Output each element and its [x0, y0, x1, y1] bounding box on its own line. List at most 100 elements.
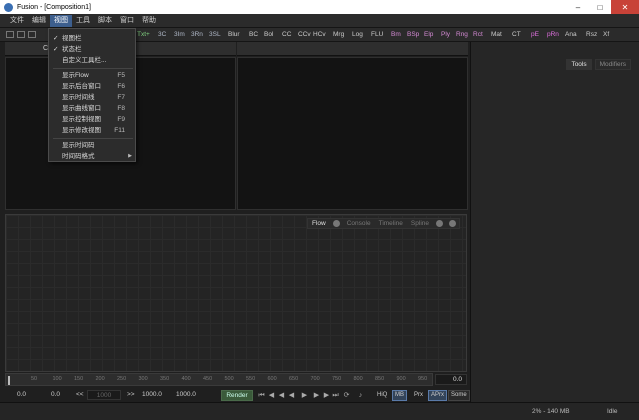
layout-icon[interactable]	[6, 31, 14, 38]
tool-button[interactable]: Rct	[473, 30, 483, 40]
tab-modifiers[interactable]: Modifiers	[594, 59, 631, 70]
menu-item-customize-toolbar[interactable]: 自定义工具栏...	[49, 55, 135, 66]
shortcut-label: F9	[117, 116, 125, 123]
hiq-button[interactable]: HiQ	[374, 390, 390, 401]
play-icon[interactable]: ▶	[300, 390, 309, 401]
tool-button[interactable]: Mat	[491, 30, 502, 40]
tool-button[interactable]: Rsz	[586, 30, 597, 40]
render-button[interactable]: Render	[221, 390, 253, 401]
tool-button[interactable]: CT	[512, 30, 521, 40]
menu-item-show-timeline[interactable]: 显示时间线 F7	[49, 92, 135, 103]
tool-button[interactable]: 3Rn	[191, 30, 203, 40]
tool-button[interactable]: Mrg	[333, 30, 344, 40]
mb-button[interactable]: MB	[392, 390, 407, 401]
tab-spline[interactable]: Spline	[407, 219, 433, 229]
some-button[interactable]: Some	[448, 390, 470, 401]
tool-button[interactable]: Ana	[565, 30, 577, 40]
tab-tools[interactable]: Tools	[566, 59, 592, 70]
forward-icon[interactable]: ▶	[312, 390, 321, 401]
tool-button[interactable]: FLU	[371, 30, 383, 40]
ruler-tick-label: 550	[246, 376, 256, 382]
aprx-button[interactable]: APrx	[428, 390, 448, 401]
tool-button[interactable]: CCv	[298, 30, 311, 40]
tool-button[interactable]: Bol	[264, 30, 273, 40]
menu-item-show-modifiers[interactable]: 显示修改视图 F11	[49, 125, 135, 136]
layout-icon[interactable]	[17, 31, 25, 38]
menu-item-view-bar[interactable]: ✓ 视图栏	[49, 33, 135, 44]
menu-separator	[53, 68, 133, 69]
tool-button[interactable]: 3Im	[174, 30, 185, 40]
audio-icon[interactable]: ♪	[356, 390, 365, 401]
menu-window[interactable]: 窗口	[116, 15, 138, 27]
menu-edit[interactable]: 编辑	[28, 15, 50, 27]
menu-item-status-bar[interactable]: ✓ 状态栏	[49, 44, 135, 55]
render-end-field[interactable]: 1000.0	[142, 390, 162, 400]
comment-icon[interactable]	[449, 220, 456, 227]
tool-button[interactable]: 3C	[158, 30, 166, 40]
menu-item-show-flow[interactable]: 显示Flow F5	[49, 70, 135, 81]
layout-icon[interactable]	[28, 31, 36, 38]
menu-file[interactable]: 文件	[6, 15, 28, 27]
title-bar: Fusion - [Composition1] – □ ✕	[0, 0, 639, 14]
menu-view[interactable]: 视图	[50, 14, 72, 27]
menu-item-label: 显示曲线窗口	[62, 105, 101, 112]
close-icon[interactable]: ✕	[611, 0, 639, 14]
current-time-field[interactable]: 0.0	[435, 374, 467, 385]
global-end-field[interactable]: 1000.0	[176, 390, 196, 400]
render-start-field[interactable]: 0.0	[51, 390, 60, 400]
time-ruler[interactable]: 50 100 150 200 250 300 350 400 450 500 550 600 650 70…	[5, 373, 433, 386]
tool-button[interactable]: Bm	[391, 30, 401, 40]
tool-button[interactable]: BSp	[407, 30, 419, 40]
tool-button[interactable]: Rng	[456, 30, 468, 40]
menu-tools[interactable]: 工具	[72, 15, 94, 27]
menu-item-label: 视图栏	[62, 35, 82, 42]
flow-editor[interactable]: Flow Console Timeline Spline	[5, 214, 467, 372]
go-to-start-icon[interactable]: ⏮	[257, 390, 266, 401]
tab-flow[interactable]: Flow	[308, 219, 330, 229]
ruler-tick-label: 600	[267, 376, 277, 382]
tab-timeline[interactable]: Timeline	[375, 219, 407, 229]
tool-button[interactable]: CC	[282, 30, 291, 40]
back-icon[interactable]: ◀	[277, 390, 286, 401]
menu-item-show-background[interactable]: 显示后台窗口 F6	[49, 81, 135, 92]
prx-button[interactable]: Prx	[411, 390, 426, 401]
menu-bar: 文件 编辑 视图 工具 脚本 窗口 帮助	[0, 14, 639, 28]
right-viewer[interactable]	[237, 57, 468, 210]
tool-button[interactable]: Log	[352, 30, 363, 40]
menu-item-timecode-format[interactable]: 时间码格式 ▶	[49, 151, 135, 162]
tool-button[interactable]: Elp	[424, 30, 433, 40]
tool-button[interactable]: Txt+	[137, 30, 150, 40]
loop-icon[interactable]: ⟳	[342, 390, 351, 401]
step-forward-icon[interactable]: ▶	[322, 390, 331, 401]
ruler-tick-label: 450	[203, 376, 213, 382]
menu-separator	[53, 138, 133, 139]
playhead[interactable]	[8, 376, 10, 385]
tool-button[interactable]: Ply	[441, 30, 450, 40]
step-forward-button[interactable]: >>	[127, 390, 135, 400]
play-reverse-icon[interactable]: ◀	[287, 390, 296, 401]
memory-usage: 2% - 140 MB	[532, 408, 570, 415]
minimize-icon[interactable]: –	[567, 0, 589, 14]
tool-button[interactable]: Blur	[228, 30, 240, 40]
global-start-field[interactable]: 0.0	[17, 390, 26, 400]
tool-button[interactable]: HCv	[313, 30, 326, 40]
step-back-icon[interactable]: ◀	[267, 390, 276, 401]
tab-console[interactable]: Console	[343, 219, 375, 229]
info-icon[interactable]	[436, 220, 443, 227]
tool-button[interactable]: pE	[531, 30, 539, 40]
go-to-end-icon[interactable]: ⏭	[331, 390, 340, 401]
tool-button[interactable]: Xf	[603, 30, 609, 40]
menu-item-show-controls[interactable]: 显示控制视图 F9	[49, 114, 135, 125]
step-back-button[interactable]: <<	[76, 390, 84, 400]
menu-script[interactable]: 脚本	[94, 15, 116, 27]
tool-button[interactable]: pRn	[547, 30, 559, 40]
step-field[interactable]: 1000	[87, 390, 121, 400]
maximize-icon[interactable]: □	[589, 0, 611, 14]
tools-panel: Tools Modifiers	[470, 42, 639, 402]
menu-item-label: 显示后台窗口	[62, 83, 101, 90]
tool-button[interactable]: BC	[249, 30, 258, 40]
menu-item-show-spline[interactable]: 显示曲线窗口 F8	[49, 103, 135, 114]
menu-help[interactable]: 帮助	[138, 15, 160, 27]
menu-item-show-timecode[interactable]: 显示时间码	[49, 140, 135, 151]
tool-button[interactable]: 3SL	[209, 30, 221, 40]
